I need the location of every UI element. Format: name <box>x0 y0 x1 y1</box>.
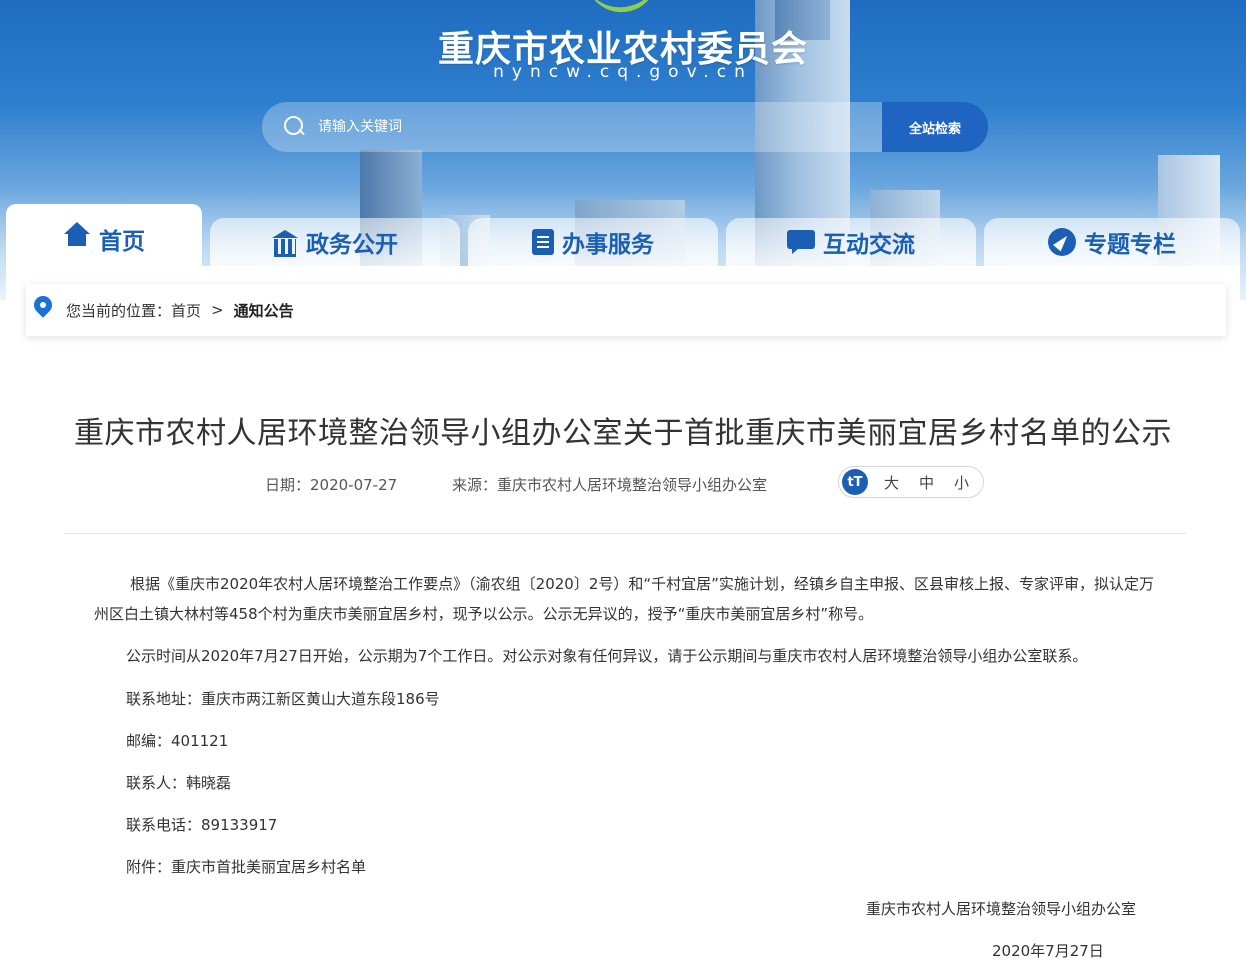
content-area: 您当前的位置： 首页 > 通知公告 重庆市农村人居环境整治领导小组办公室关于首批… <box>6 266 1240 968</box>
site-search-button[interactable]: 全站检索 <box>882 102 988 152</box>
signature-org: 重庆市农村人居环境整治领导小组办公室 <box>866 900 1137 918</box>
nav-item-services[interactable]: 办事服务 <box>468 218 718 266</box>
nav-item-label: 政务公开 <box>306 232 398 258</box>
article-paragraph: 根据《重庆市2020年农村人居环境整治工作要点》（渝农组〔2020〕2号）和“千… <box>94 575 1154 623</box>
chat-icon <box>787 230 815 254</box>
article-title: 重庆市农村人居环境整治领导小组办公室关于首批重庆市美丽宜居乡村名单的公示 <box>74 416 1172 451</box>
font-size-medium-button[interactable]: 中 <box>919 472 934 493</box>
breadcrumb-current[interactable]: 通知公告 <box>234 300 294 321</box>
font-size-switcher: tT 大 中 小 <box>838 466 984 498</box>
main-nav: 首页 政务公开 办事服务 互动交流 专题专栏 <box>0 204 1246 266</box>
nav-item-label: 互动交流 <box>823 232 915 258</box>
nav-item-special-topics[interactable]: 专题专栏 <box>984 218 1240 266</box>
nav-item-home[interactable]: 首页 <box>6 204 202 266</box>
divider <box>64 533 1186 534</box>
signature-date: 2020年7月27日 <box>992 942 1104 960</box>
home-icon <box>63 222 91 246</box>
breadcrumb-prefix: 您当前的位置： <box>66 301 172 320</box>
article-body: 根据《重庆市2020年农村人居环境整治工作要点》（渝农组〔2020〕2号）和“千… <box>94 569 1164 629</box>
nav-item-label: 专题专栏 <box>1084 232 1176 258</box>
search-input[interactable] <box>318 119 838 135</box>
nav-item-government-affairs[interactable]: 政务公开 <box>210 218 460 266</box>
site-domain: nyncw.cq.gov.cn <box>493 62 753 82</box>
font-size-large-button[interactable]: 大 <box>884 472 899 493</box>
compass-icon <box>1048 228 1076 256</box>
contact-postcode: 邮编：401121 <box>126 732 229 750</box>
contact-person: 联系人：韩晓磊 <box>126 774 232 792</box>
service-checklist-icon <box>532 229 554 255</box>
breadcrumb-separator: > <box>211 301 224 319</box>
breadcrumb-home-link[interactable]: 首页 <box>171 300 201 321</box>
article-date: 日期：2020-07-27 <box>265 476 398 494</box>
article-paragraph: 公示时间从2020年7月27日开始，公示期为7个工作日。对公示对象有任何异议，请… <box>126 647 1088 665</box>
nav-item-interaction[interactable]: 互动交流 <box>726 218 976 266</box>
font-size-small-button[interactable]: 小 <box>954 472 969 493</box>
article-meta: 日期：2020-07-27 来源：重庆市农村人居环境整治领导小组办公室 tT 大… <box>6 466 1240 500</box>
attachment-link[interactable]: 附件：重庆市首批美丽宜居乡村名单 <box>126 856 366 877</box>
government-building-icon <box>272 230 298 257</box>
search-field[interactable] <box>262 102 882 152</box>
nav-item-label: 首页 <box>99 229 145 255</box>
breadcrumb: 您当前的位置： 首页 > 通知公告 <box>26 284 1226 336</box>
article-source: 来源：重庆市农村人居环境整治领导小组办公室 <box>452 476 768 494</box>
contact-address: 联系地址：重庆市两江新区黄山大道东段186号 <box>126 690 440 708</box>
search-bar: 全站检索 <box>262 102 988 152</box>
contact-phone[interactable]: 联系电话：89133917 <box>126 814 277 835</box>
nav-item-label: 办事服务 <box>562 232 654 258</box>
font-size-icon: tT <box>842 469 868 495</box>
location-pin-icon <box>34 296 52 324</box>
search-icon <box>284 116 306 138</box>
logo-leaf-icon <box>585 0 663 17</box>
